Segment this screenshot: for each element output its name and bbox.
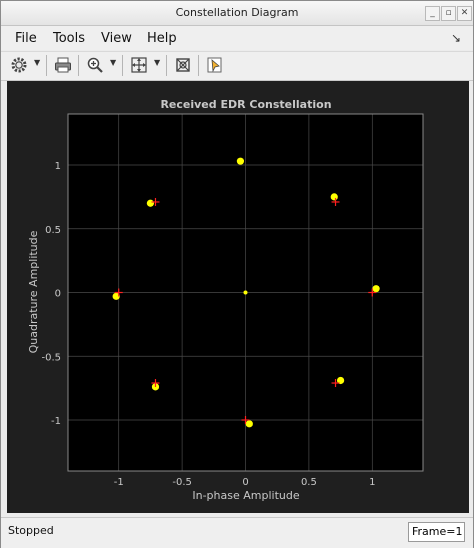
y-tick-label: 0.5 [45, 225, 61, 236]
constellation-plot[interactable]: -1 -0.5 0 0.5 1 1 0.5 0 -0.5 -1 Received EDR Con… [7, 81, 469, 513]
received-point [243, 290, 248, 295]
y-tick-labels: 1 0.5 0 -0.5 -1 [41, 161, 61, 427]
fit-dropdown-icon[interactable]: ▼ [154, 58, 160, 67]
x-axis-label: In-phase Amplitude [192, 489, 299, 502]
y-tick-label: -0.5 [41, 352, 61, 363]
toolbar-separator [198, 55, 199, 76]
y-tick-label: 1 [55, 161, 61, 172]
toolbar: ▼ ▼ ▼ [1, 51, 473, 81]
x-tick-label: 0 [242, 477, 248, 488]
menu-help[interactable]: Help [147, 31, 177, 46]
highlight-icon[interactable] [205, 54, 225, 76]
toolbar-separator [46, 55, 47, 76]
plot-panel: -1 -0.5 0 0.5 1 1 0.5 0 -0.5 -1 Received EDR Con… [7, 81, 469, 513]
y-tick-label: -1 [51, 416, 61, 427]
constellation-window: Constellation Diagram _ ▫ ✕ File Tools V… [0, 0, 474, 548]
x-tick-label: -1 [114, 477, 124, 488]
toolbar-separator [166, 55, 167, 76]
gear-dropdown-icon[interactable]: ▼ [34, 58, 40, 67]
received-point [245, 420, 253, 428]
maximize-button[interactable]: ▫ [441, 6, 456, 21]
menu-bar: File Tools View Help ↘ [1, 26, 473, 50]
zoom-in-icon[interactable] [85, 54, 105, 76]
print-icon[interactable] [53, 54, 73, 76]
toolbar-separator [78, 55, 79, 76]
received-point [372, 285, 380, 293]
x-tick-label: -0.5 [172, 477, 192, 488]
status-bar: Stopped Frame=1 [1, 517, 473, 548]
window-title: Constellation Diagram [175, 6, 299, 19]
gear-icon[interactable] [9, 54, 29, 76]
status-text: Stopped [8, 524, 54, 537]
menu-file[interactable]: File [15, 31, 37, 46]
fit-view-icon[interactable] [129, 54, 149, 76]
menu-tools[interactable]: Tools [53, 31, 85, 46]
x-tick-label: 1 [369, 477, 375, 488]
received-point [146, 199, 155, 207]
title-bar[interactable]: Constellation Diagram _ ▫ ✕ [1, 1, 473, 26]
y-axis-label: Quadrature Amplitude [27, 230, 40, 353]
close-button[interactable]: ✕ [457, 6, 472, 21]
chart-title: Received EDR Constellation [160, 98, 331, 111]
frame-indicator: Frame=1 [408, 522, 465, 542]
received-point [330, 193, 338, 201]
autoscale-icon[interactable] [173, 54, 193, 76]
menu-view[interactable]: View [101, 31, 132, 46]
toolbar-separator [122, 55, 123, 76]
x-tick-labels: -1 -0.5 0 0.5 1 [114, 477, 376, 488]
x-tick-label: 0.5 [301, 477, 317, 488]
zoom-dropdown-icon[interactable]: ▼ [110, 58, 116, 67]
minimize-button[interactable]: _ [425, 6, 440, 21]
dock-arrow-icon[interactable]: ↘ [451, 31, 461, 45]
y-tick-label: 0 [55, 289, 61, 300]
received-point [236, 157, 245, 165]
